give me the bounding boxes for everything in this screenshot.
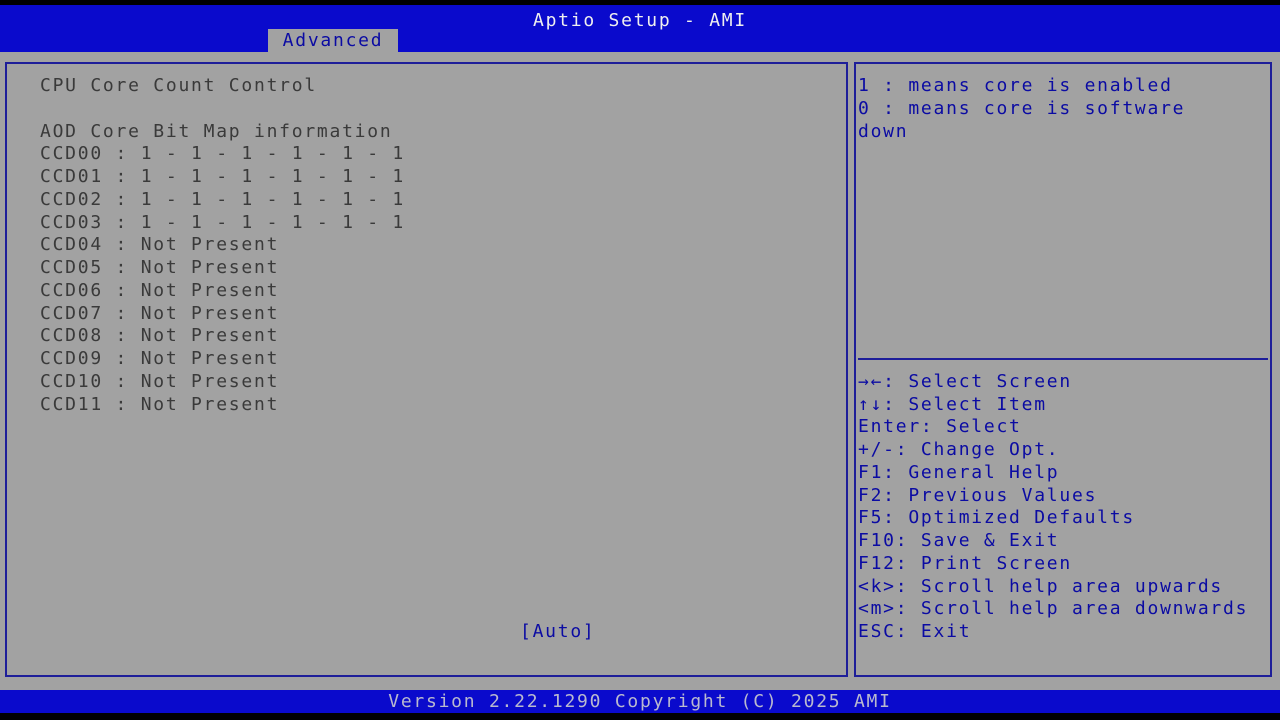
bottom-black-strip xyxy=(0,713,1280,720)
key-hint: ↑↓: Select Item xyxy=(856,394,1270,417)
key-hint: F1: General Help xyxy=(856,462,1270,485)
settings-lines: CPU Core Count Control AOD Core Bit Map … xyxy=(7,64,846,644)
ccd-bitmap-row: CCD01 : 1 - 1 - 1 - 1 - 1 - 1 xyxy=(7,166,846,189)
settings-panel: CPU Core Count Control AOD Core Bit Map … xyxy=(5,62,848,677)
key-hint: <m>: Scroll help area downwards xyxy=(856,598,1270,621)
key-hint: F2: Previous Values xyxy=(856,485,1270,508)
app-title: Aptio Setup - AMI xyxy=(0,10,1280,31)
bios-setup-screen: { "header": { "title": "Aptio Setup - AM… xyxy=(0,0,1280,720)
ccd-bitmap-row: CCD03 : 1 - 1 - 1 - 1 - 1 - 1 xyxy=(7,212,846,235)
setting-value[interactable]: [Auto] xyxy=(520,621,596,644)
help-text-line: 0 : means core is software xyxy=(856,98,1270,121)
bitmap-section-header: AOD Core Bit Map information xyxy=(7,121,846,144)
help-divider xyxy=(856,348,1270,371)
page-title: CPU Core Count Control xyxy=(7,75,846,98)
key-hint: ESC: Exit xyxy=(856,621,1270,644)
key-hint: →←: Select Screen xyxy=(856,371,1270,394)
key-hint: +/-: Change Opt. xyxy=(856,439,1270,462)
key-hint: Enter: Select xyxy=(856,416,1270,439)
ccd-bitmap-row: CCD04 : Not Present xyxy=(7,234,846,257)
help-panel: 1 : means core is enabled 0 : means core… xyxy=(854,62,1272,677)
menu-item-ccd03-down-core-control[interactable]: ►CCD 03 Bit Map Down Core Control xyxy=(7,507,846,530)
key-hint: F5: Optimized Defaults xyxy=(856,507,1270,530)
ccd-bitmap-row: CCD02 : 1 - 1 - 1 - 1 - 1 - 1 xyxy=(7,189,846,212)
key-hint: F12: Print Screen xyxy=(856,553,1270,576)
ccd-bitmap-row: CCD08 : Not Present xyxy=(7,325,846,348)
ccd-bitmap-row: CCD11 : Not Present xyxy=(7,394,846,417)
key-hint: F10: Save & Exit xyxy=(856,530,1270,553)
menu-item-ccd00-down-core-control[interactable]: ►CCD 00 Bit Map Down Core Control xyxy=(7,439,846,462)
ccd-bitmap-row: CCD06 : Not Present xyxy=(7,280,846,303)
ccd-bitmap-row: CCD10 : Not Present xyxy=(7,371,846,394)
help-lines: 1 : means core is enabled 0 : means core… xyxy=(856,64,1270,644)
ccd-bitmap-row: CCD09 : Not Present xyxy=(7,348,846,371)
help-text-line: down xyxy=(856,121,1270,144)
key-hint: <k>: Scroll help area upwards xyxy=(856,576,1270,599)
title-bar: Aptio Setup - AMI Advanced xyxy=(0,5,1280,52)
menu-item-ccd02-down-core-control[interactable]: ►CCD 02 Bit Map Down Core Control xyxy=(7,485,846,508)
ccd-bitmap-row: CCD05 : Not Present xyxy=(7,257,846,280)
help-text-line: 1 : means core is enabled xyxy=(856,75,1270,98)
ccd-bitmap-row: CCD00 : 1 - 1 - 1 - 1 - 1 - 1 xyxy=(7,143,846,166)
ccd-bitmap-row: CCD07 : Not Present xyxy=(7,303,846,326)
menu-item-discard-changes[interactable]: ►Bit Map Down Core Discard Changes xyxy=(7,553,846,576)
menu-item-ccd01-down-core-control[interactable]: ►CCD 01 Bit Map Down Core Control xyxy=(7,462,846,485)
setting-smt-control[interactable]: SMT Control [Auto] xyxy=(7,621,846,644)
menu-item-apply-changes[interactable]: ►Bit Map Down Core Apply Changes xyxy=(7,576,846,599)
version-bar: Version 2.22.1290 Copyright (C) 2025 AMI xyxy=(0,690,1280,713)
tab-advanced[interactable]: Advanced xyxy=(268,29,398,52)
